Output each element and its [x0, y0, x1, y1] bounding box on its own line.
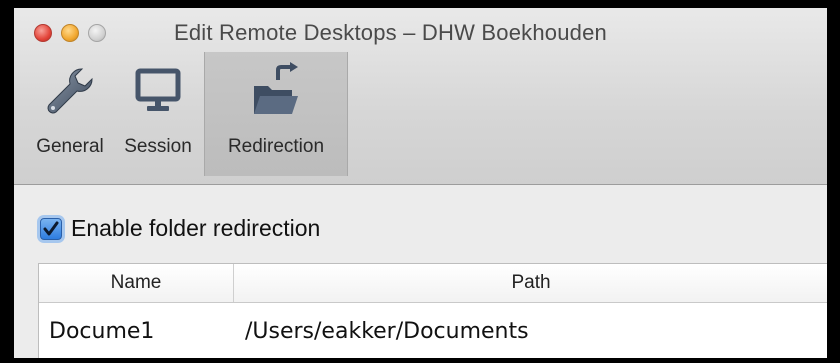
- enable-folder-redirection-checkbox[interactable]: [40, 217, 62, 240]
- title-toolbar-area: Edit Remote Desktops – DHW Boekhouden Ge…: [14, 8, 827, 185]
- tab-session-label: Session: [124, 136, 192, 157]
- table-row[interactable]: Docume1 /Users/eakker/Documents: [39, 303, 827, 358]
- tab-session[interactable]: Session: [112, 52, 204, 176]
- cell-name: Docume1: [49, 318, 155, 344]
- monitor-icon: [133, 62, 183, 120]
- preferences-toolbar: General Session Redirection: [28, 52, 348, 176]
- wrench-icon: [44, 62, 96, 120]
- enable-folder-redirection-row[interactable]: Enable folder redirection: [40, 215, 320, 242]
- folder-redirect-icon: [248, 62, 304, 120]
- redirection-folders-table: Name Path Docume1 /Users/eakker/Document…: [38, 263, 827, 358]
- table-header: Name Path: [39, 264, 827, 303]
- checkmark-icon: [43, 221, 59, 235]
- tab-redirection[interactable]: Redirection: [204, 52, 348, 176]
- edit-remote-desktops-window: Edit Remote Desktops – DHW Boekhouden Ge…: [14, 8, 827, 358]
- column-header-path[interactable]: Path: [234, 264, 827, 302]
- tab-general-label: General: [36, 136, 104, 157]
- column-header-name[interactable]: Name: [39, 264, 234, 302]
- tab-general[interactable]: General: [28, 52, 112, 176]
- redirection-pane: Enable folder redirection Name Path Docu…: [14, 185, 827, 358]
- enable-folder-redirection-label: Enable folder redirection: [71, 215, 321, 241]
- tab-redirection-label: Redirection: [227, 136, 325, 157]
- window-title: Edit Remote Desktops – DHW Boekhouden: [174, 20, 607, 45]
- cell-path: /Users/eakker/Documents: [245, 318, 529, 344]
